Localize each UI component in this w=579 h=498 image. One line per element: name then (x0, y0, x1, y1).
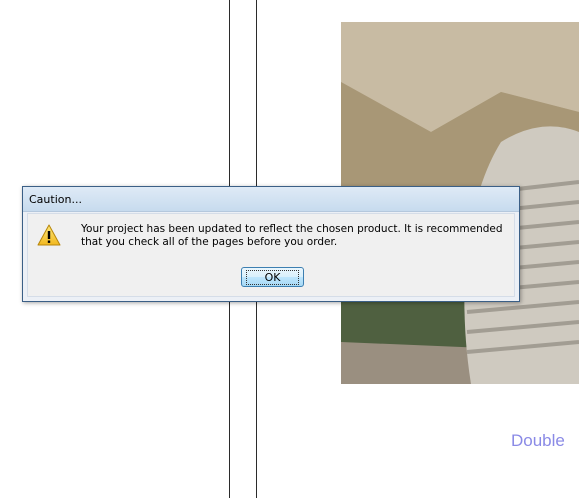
dialog-message-line-1: Your project has been updated to reflect… (81, 223, 503, 235)
dialog-message-line-2: that you check all of the pages before y… (81, 236, 338, 248)
dialog-message: Your project has been updated to reflect… (81, 223, 503, 249)
ok-button-label: OK (245, 269, 300, 285)
caution-dialog: Caution... Your project has been updated… (22, 186, 520, 302)
warning-icon (37, 224, 61, 246)
dialog-title: Caution... (29, 192, 82, 206)
dialog-body: Your project has been updated to reflect… (27, 213, 515, 297)
dialog-titlebar[interactable]: Caution... (23, 187, 519, 212)
ok-button[interactable]: OK (241, 267, 304, 287)
canvas-caption[interactable]: Double (511, 431, 565, 451)
